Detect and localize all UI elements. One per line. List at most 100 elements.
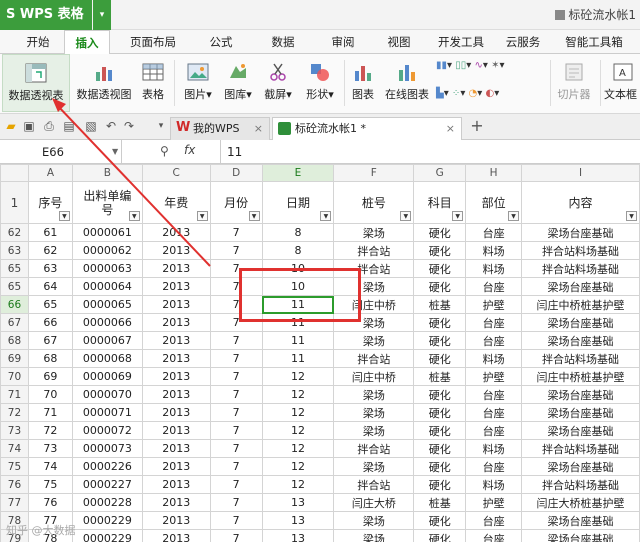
app-menu-dropdown[interactable]: ▾ [93, 0, 111, 30]
row-header[interactable]: 62 [0, 223, 29, 242]
header-cell[interactable]: 出料单编号 ▼ [71, 181, 143, 224]
table-cell[interactable]: 硬化 [413, 421, 467, 440]
table-cell[interactable]: 7 [209, 331, 263, 350]
table-cell[interactable]: 闫庄中桥桩基护壁 [521, 295, 640, 314]
table-cell[interactable]: 2013 [141, 349, 211, 368]
table-cell[interactable]: 闫庄中桥桩基护壁 [521, 367, 640, 386]
table-cell[interactable]: 硬化 [413, 403, 467, 422]
table-cell[interactable]: 梁场台座基础 [521, 421, 640, 440]
row-header[interactable]: 77 [0, 493, 29, 512]
table-cell[interactable]: 拌合站料场基础 [521, 259, 640, 278]
table-cell[interactable]: 拌合站 [333, 241, 415, 260]
table-cell[interactable]: 66 [27, 313, 73, 332]
filter-dropdown-icon[interactable]: ▼ [508, 211, 520, 221]
table-cell[interactable]: 料场 [465, 439, 523, 458]
table-cell[interactable]: 7 [209, 349, 263, 368]
quick-access-dropdown-icon[interactable]: ▾ [154, 119, 168, 133]
table-cell[interactable]: 台座 [465, 529, 523, 542]
row-header[interactable]: 72 [0, 403, 29, 422]
table-cell[interactable]: 桩基 [413, 493, 467, 512]
table-cell[interactable]: 料场 [465, 259, 523, 278]
filter-dropdown-icon[interactable]: ▼ [320, 211, 332, 221]
column-header[interactable]: A [27, 164, 73, 182]
table-cell[interactable]: 台座 [465, 313, 523, 332]
tab-2[interactable]: 页面布局 [120, 30, 186, 54]
table-cell[interactable]: 2013 [141, 223, 211, 242]
table-cell[interactable]: 11 [261, 349, 335, 368]
table-cell[interactable]: 梁场台座基础 [521, 403, 640, 422]
column-header[interactable]: D [209, 164, 263, 182]
table-cell[interactable]: 7 [209, 241, 263, 260]
table-cell[interactable]: 0000061 [71, 223, 143, 242]
pivot-table-button[interactable]: 数据透视表 [2, 54, 70, 112]
table-cell[interactable]: 0000070 [71, 385, 143, 404]
slicer-button[interactable]: 切片器 [554, 54, 594, 112]
table-cell[interactable]: 硬化 [413, 385, 467, 404]
tab-5[interactable]: 审阅 [318, 30, 368, 54]
table-cell[interactable]: 2013 [141, 403, 211, 422]
header-cell[interactable]: 序号 ▼ [27, 181, 73, 224]
column-chart-icon[interactable]: ▯▯ [455, 60, 466, 71]
table-cell[interactable]: 0000227 [71, 475, 143, 494]
filter-dropdown-icon[interactable]: ▼ [58, 211, 70, 221]
pivot-chart-button[interactable]: 数据透视图 [72, 54, 136, 112]
table-cell[interactable]: 料场 [465, 349, 523, 368]
table-cell[interactable]: 拌合站料场基础 [521, 241, 640, 260]
filter-dropdown-icon[interactable]: ▼ [128, 211, 140, 221]
table-cell[interactable]: 71 [27, 403, 73, 422]
table-cell[interactable]: 硬化 [413, 511, 467, 530]
table-cell[interactable]: 梁场 [333, 421, 415, 440]
row-header[interactable]: 68 [0, 331, 29, 350]
table-cell[interactable]: 梁场台座基础 [521, 385, 640, 404]
table-cell[interactable]: 12 [261, 385, 335, 404]
table-cell[interactable]: 12 [261, 421, 335, 440]
table-cell[interactable]: 硬化 [413, 241, 467, 260]
row-header[interactable]: 63 [0, 241, 29, 260]
table-cell[interactable]: 台座 [465, 331, 523, 350]
row-header[interactable]: 65 [0, 277, 29, 296]
table-cell[interactable]: 7 [209, 421, 263, 440]
header-cell[interactable]: 日期 ▼ [261, 181, 335, 224]
header-cell[interactable]: 桩号 ▼ [333, 181, 415, 224]
table-cell[interactable]: 梁场台座基础 [521, 277, 640, 296]
header-cell[interactable]: 科目 ▼ [413, 181, 467, 224]
table-cell[interactable]: 梁场台座基础 [521, 331, 640, 350]
print-preview-icon[interactable]: ▤ [62, 119, 76, 133]
table-cell[interactable]: 76 [27, 493, 73, 512]
table-cell[interactable]: 0000229 [71, 511, 143, 530]
tab-3[interactable]: 公式 [196, 30, 246, 54]
table-cell[interactable]: 梁场 [333, 457, 415, 476]
area-chart-icon[interactable]: ▙ [436, 88, 444, 99]
picture-button[interactable]: 图片▾ [180, 54, 216, 112]
row-header[interactable]: 73 [0, 421, 29, 440]
bar-chart-icon[interactable]: ▮▮ [436, 60, 447, 71]
table-cell[interactable]: 台座 [465, 223, 523, 242]
table-cell[interactable]: 0000226 [71, 457, 143, 476]
column-header[interactable]: C [141, 164, 211, 182]
undo-icon[interactable]: ↶ [104, 119, 118, 133]
chart-button[interactable]: 图表 [348, 54, 378, 112]
row-header[interactable]: 70 [0, 367, 29, 386]
table-cell[interactable]: 7 [209, 475, 263, 494]
table-cell[interactable]: 7 [209, 223, 263, 242]
table-cell[interactable]: 2013 [141, 439, 211, 458]
table-cell[interactable]: 72 [27, 421, 73, 440]
filter-dropdown-icon[interactable]: ▼ [626, 211, 637, 221]
table-cell[interactable]: 11 [261, 331, 335, 350]
table-cell[interactable]: 64 [27, 277, 73, 296]
tab-1[interactable]: 插入 [64, 30, 110, 54]
column-header[interactable]: F [333, 164, 415, 182]
table-cell[interactable]: 2013 [141, 259, 211, 278]
textbox-button[interactable]: A 文本框 [604, 54, 640, 112]
table-cell[interactable]: 台座 [465, 277, 523, 296]
table-cell[interactable]: 拌合站料场基础 [521, 349, 640, 368]
header-cell[interactable]: 月份 ▼ [209, 181, 263, 224]
table-cell[interactable]: 桩基 [413, 295, 467, 314]
table-cell[interactable]: 梁场台座基础 [521, 457, 640, 476]
row-header[interactable]: 75 [0, 457, 29, 476]
table-cell[interactable]: 0000073 [71, 439, 143, 458]
table-button[interactable]: 表格 [138, 54, 168, 112]
table-cell[interactable]: 护壁 [465, 367, 523, 386]
table-cell[interactable]: 台座 [465, 385, 523, 404]
table-cell[interactable]: 7 [209, 529, 263, 542]
